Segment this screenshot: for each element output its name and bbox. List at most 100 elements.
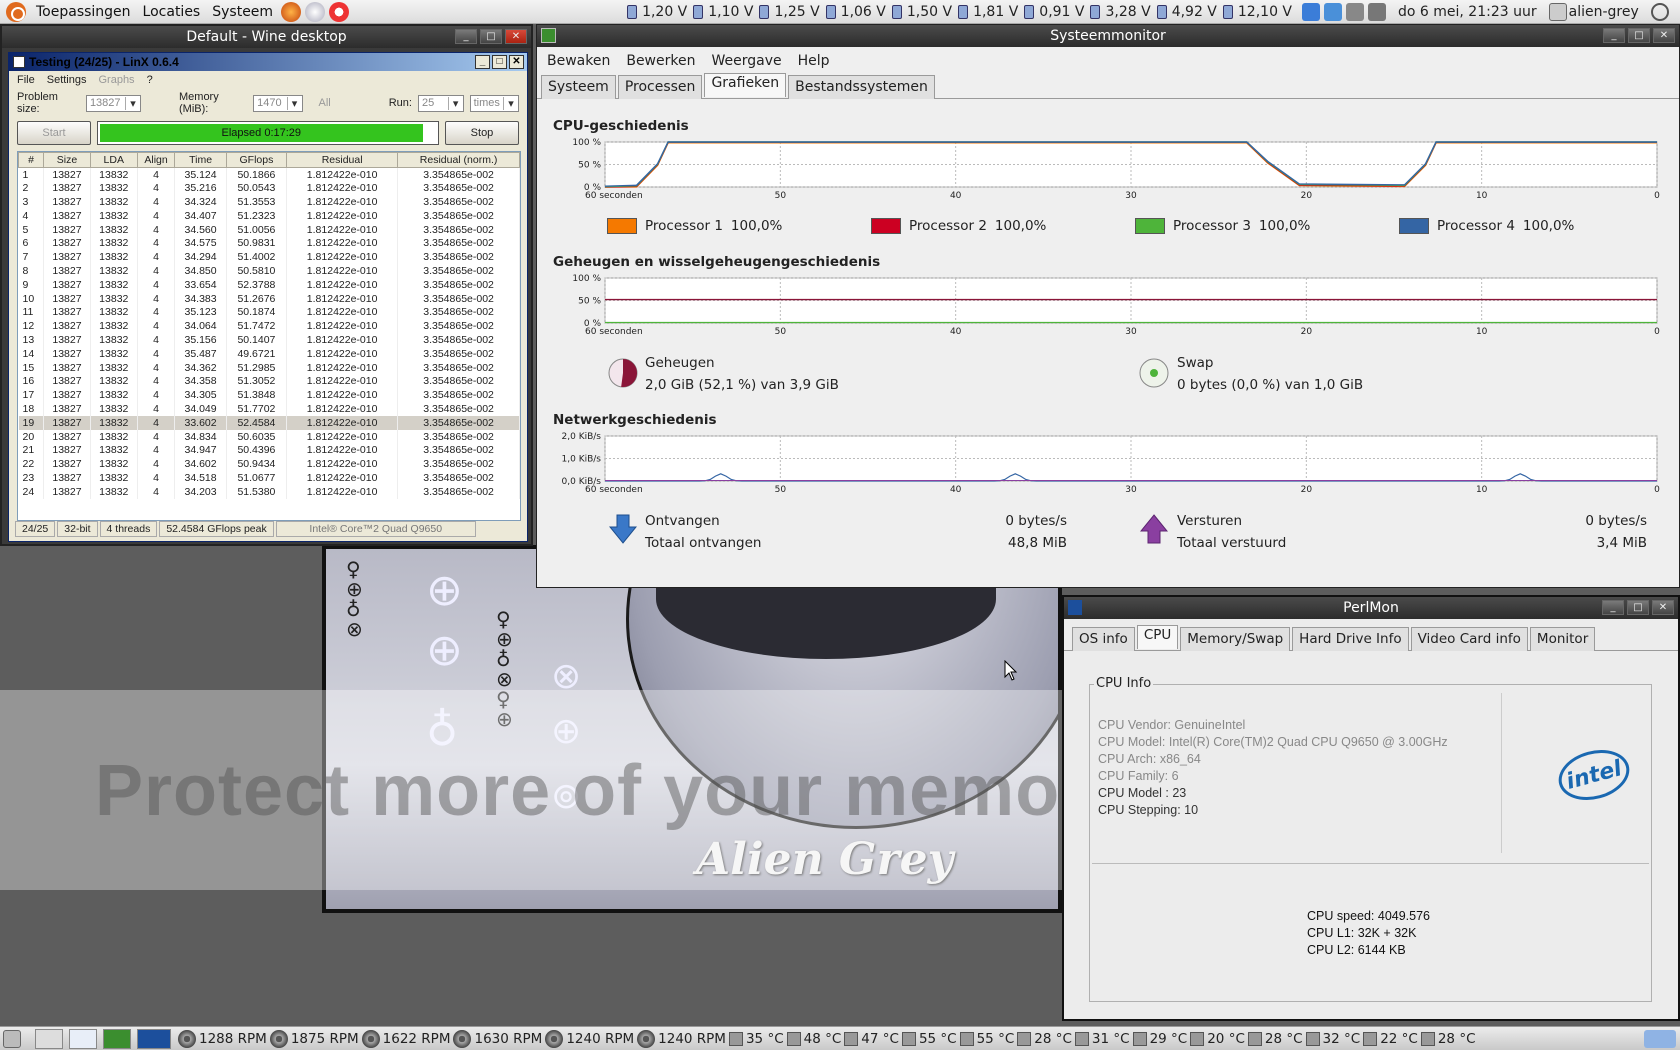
- tab-video-card-info[interactable]: Video Card info: [1410, 627, 1528, 651]
- menu-help[interactable]: Help: [792, 53, 836, 69]
- minimize-icon[interactable]: _: [455, 29, 477, 44]
- volume-icon[interactable]: [1346, 2, 1364, 21]
- legend-processor-2[interactable]: Processor 2 100,0%: [871, 218, 1046, 234]
- firefox-icon[interactable]: [281, 1, 302, 22]
- temperature-sensor[interactable]: 20 °C: [1190, 1031, 1245, 1047]
- table-row[interactable]: 13 13827 13832 4 35.156 50.1407 1.812422e-010 3…: [18, 333, 520, 347]
- display-icon[interactable]: [1368, 2, 1386, 21]
- table-row[interactable]: 1 13827 13832 4 35.124 50.1866 1.812422e-010 3.…: [18, 167, 520, 182]
- maximize-icon[interactable]: □: [1627, 600, 1649, 615]
- sysmon-titlebar[interactable]: Systeemmonitor _ □ ✕: [537, 25, 1679, 47]
- fan-sensor[interactable]: 1288 RPM: [178, 1029, 267, 1048]
- temperature-sensor[interactable]: 28 °C: [1017, 1031, 1072, 1047]
- column-header[interactable]: Time: [174, 152, 227, 168]
- menu-monitor[interactable]: Bewaken: [541, 53, 616, 69]
- clock[interactable]: do 6 mei, 21:23 uur: [1398, 4, 1537, 20]
- close-icon[interactable]: ✕: [1653, 28, 1675, 43]
- temperature-sensor[interactable]: 22 °C: [1363, 1031, 1418, 1047]
- maximize-icon[interactable]: □: [480, 29, 502, 44]
- temperature-sensor[interactable]: 55 °C: [901, 1031, 957, 1047]
- table-row[interactable]: 10 13827 13832 4 34.383 51.2676 1.812422e-010 3…: [18, 291, 520, 306]
- results-table[interactable]: # Size LDA Align Time GFlops Residual Residual …: [17, 151, 521, 521]
- user-name[interactable]: alien-grey: [1569, 4, 1639, 20]
- menu-settings[interactable]: Settings: [47, 74, 87, 86]
- maximize-icon[interactable]: □: [492, 55, 507, 69]
- column-header[interactable]: Residual (norm.): [397, 152, 520, 168]
- column-header[interactable]: GFlops: [225, 152, 288, 168]
- minimize-icon[interactable]: _: [1602, 600, 1624, 615]
- color-swatch[interactable]: [1399, 218, 1429, 234]
- menu-places[interactable]: Locaties: [137, 4, 207, 20]
- all-memory-button[interactable]: All: [319, 97, 331, 109]
- table-row[interactable]: 23 13827 13832 4 34.518 51.0677 1.812422e-010 3…: [18, 471, 520, 485]
- tab-system[interactable]: Systeem: [541, 75, 616, 99]
- maximize-icon[interactable]: □: [1628, 28, 1650, 43]
- stop-button[interactable]: Stop: [445, 121, 519, 145]
- menu-graphs[interactable]: Graphs: [98, 74, 134, 86]
- menu-system[interactable]: Systeem: [206, 4, 279, 20]
- tab-memory-swap[interactable]: Memory/Swap: [1180, 627, 1291, 651]
- temperature-sensor[interactable]: 32 °C: [1305, 1031, 1360, 1047]
- column-header[interactable]: Align: [136, 152, 176, 168]
- menu-applications[interactable]: Toepassingen: [30, 4, 137, 20]
- tab-monitor[interactable]: Monitor: [1529, 627, 1596, 651]
- perlmon-titlebar[interactable]: PerlMon _ □ ✕: [1064, 597, 1678, 619]
- ubuntu-logo-icon[interactable]: [6, 1, 26, 22]
- table-row[interactable]: 18 13827 13832 4 34.049 51.7702 1.812422e-010 3…: [18, 402, 520, 416]
- legend-processor-4[interactable]: Processor 4 100,0%: [1399, 218, 1574, 234]
- color-swatch[interactable]: [871, 218, 901, 234]
- minimize-icon[interactable]: _: [475, 55, 490, 69]
- temperature-sensor[interactable]: 55 °C: [959, 1031, 1014, 1047]
- column-header[interactable]: #: [18, 152, 45, 168]
- fan-sensor[interactable]: 1240 RPM: [637, 1029, 726, 1048]
- close-icon[interactable]: ✕: [509, 55, 524, 69]
- linx-titlebar[interactable]: Testing (24/25) - LinX 0.6.4 _ □ ✕: [9, 53, 527, 71]
- menu-view[interactable]: Weergave: [705, 53, 787, 69]
- table-row[interactable]: 11 13827 13832 4 35.123 50.1874 1.812422e-010 3…: [18, 305, 520, 320]
- temperature-sensor[interactable]: 28 °C: [1247, 1031, 1303, 1047]
- column-header[interactable]: Residual: [286, 152, 399, 168]
- table-row[interactable]: 12 13827 13832 4 34.064 51.7472 1.812422e-010 3…: [18, 319, 520, 334]
- help-icon[interactable]: [329, 1, 350, 22]
- fan-sensor[interactable]: 1240 RPM: [545, 1029, 634, 1048]
- close-icon[interactable]: ✕: [1652, 600, 1674, 615]
- temperature-sensor[interactable]: 48 °C: [786, 1031, 841, 1047]
- tab-hard-drive-info[interactable]: Hard Drive Info: [1292, 627, 1409, 651]
- power-icon[interactable]: [1650, 2, 1669, 21]
- taskbar-item-linx[interactable]: [69, 1028, 97, 1049]
- tab-os-info[interactable]: OS info: [1072, 627, 1135, 651]
- table-row[interactable]: 6 13827 13832 4 34.575 50.9831 1.812422e-010 3.…: [18, 236, 520, 251]
- column-header[interactable]: LDA: [89, 152, 138, 168]
- workspace-switcher[interactable]: [1644, 1029, 1676, 1048]
- menu-file[interactable]: File: [17, 74, 35, 86]
- legend-processor-1[interactable]: Processor 1 100,0%: [607, 218, 782, 234]
- start-button[interactable]: Start: [17, 121, 91, 145]
- tab-processes[interactable]: Processen: [617, 75, 703, 99]
- temperature-sensor[interactable]: 47 °C: [844, 1031, 899, 1047]
- tab-graphs[interactable]: Grafieken: [704, 73, 787, 97]
- table-row[interactable]: 9 13827 13832 4 33.654 52.3788 1.812422e-010 3.…: [18, 277, 520, 292]
- show-desktop-icon[interactable]: [3, 1029, 21, 1048]
- column-header[interactable]: Size: [43, 152, 91, 168]
- table-row[interactable]: 15 13827 13832 4 34.362 51.2985 1.812422e-010 3…: [18, 360, 520, 375]
- network-icon[interactable]: [1302, 2, 1320, 21]
- minimize-icon[interactable]: _: [1603, 28, 1625, 43]
- run-unit-select[interactable]: times: [469, 94, 519, 112]
- fan-sensor[interactable]: 1875 RPM: [269, 1029, 359, 1048]
- tab-cpu[interactable]: CPU: [1136, 625, 1179, 649]
- table-row[interactable]: 4 13827 13832 4 34.407 51.2323 1.812422e-010 3.…: [18, 208, 520, 223]
- temperature-sensor[interactable]: 28 °C: [1420, 1031, 1476, 1047]
- legend-processor-3[interactable]: Processor 3 100,0%: [1135, 218, 1310, 234]
- table-row[interactable]: 19 13827 13832 4 33.602 52.4584 1.812422e-010 3…: [18, 415, 520, 430]
- temperature-sensor[interactable]: 35 °C: [728, 1031, 784, 1047]
- table-row[interactable]: 22 13827 13832 4 34.602 50.9434 1.812422e-010 3…: [18, 457, 520, 472]
- table-row[interactable]: 7 13827 13832 4 34.294 51.4002 1.812422e-010 3.…: [18, 250, 520, 265]
- run-count-select[interactable]: 25: [417, 94, 464, 112]
- memory-select[interactable]: 1470: [253, 94, 303, 112]
- table-row[interactable]: 17 13827 13832 4 34.305 51.3848 1.812422e-010 3…: [18, 388, 520, 403]
- tab-filesystems[interactable]: Bestandssystemen: [788, 75, 935, 99]
- problem-size-select[interactable]: 13827: [85, 94, 141, 112]
- table-row[interactable]: 16 13827 13832 4 34.358 51.3052 1.812422e-010 3…: [18, 374, 520, 389]
- table-row[interactable]: 5 13827 13832 4 34.560 51.0056 1.812422e-010 3.…: [18, 222, 520, 237]
- table-row[interactable]: 21 13827 13832 4 34.947 50.4396 1.812422e-010 3…: [18, 443, 520, 458]
